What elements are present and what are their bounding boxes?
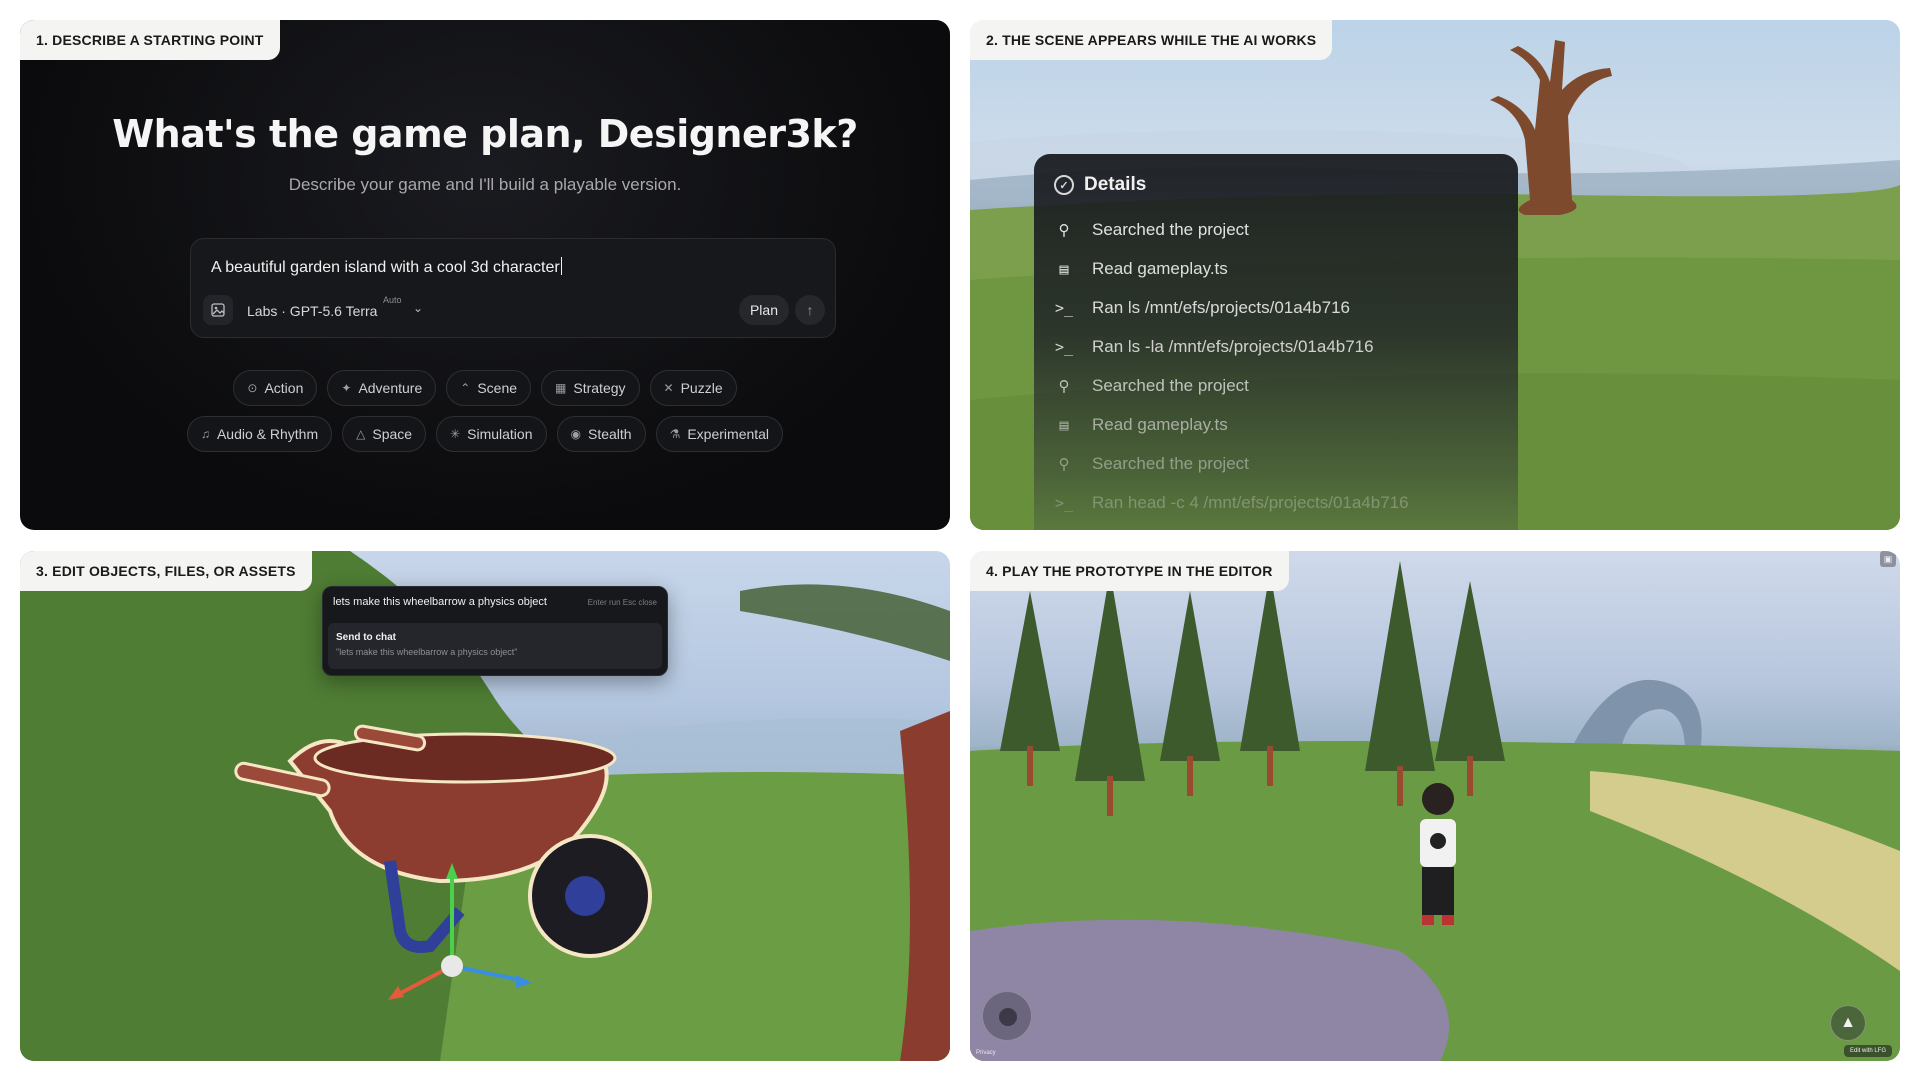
panel-describe: 1. DESCRIBE A STARTING POINT What's the …	[20, 20, 950, 530]
chip-puzzle[interactable]: ✕ Puzzle	[649, 370, 737, 406]
edit-with-button[interactable]: Edit with LFG	[1843, 1045, 1892, 1057]
chip-action[interactable]: ⊙ Action	[233, 370, 318, 406]
plan-button[interactable]: Plan	[738, 295, 789, 325]
panel-tag: 2. THE SCENE APPEARS WHILE THE AI WORKS	[970, 20, 1333, 60]
terminal-icon: >_	[1054, 299, 1074, 317]
music-icon: ♫	[200, 427, 210, 441]
page-subtitle: Describe your game and I'll build a play…	[288, 175, 682, 194]
arrow-up-icon: ↑	[806, 302, 814, 318]
file-icon: ▤	[1059, 260, 1069, 278]
file-icon: ▤	[1059, 416, 1069, 434]
chat-input[interactable]: lets make this wheelbarrow a physics obj…	[333, 596, 547, 608]
panel-tag: 3. EDIT OBJECTS, FILES, OR ASSETS	[20, 551, 312, 591]
prompt-input[interactable]: A beautiful garden island with a cool 3d…	[211, 257, 562, 277]
model-auto-badge: Auto	[383, 295, 402, 305]
step-item: ⚲ Searched the project	[1054, 376, 1249, 396]
terminal-icon: >_	[1054, 494, 1074, 512]
check-circle-icon: ✓	[1054, 175, 1074, 195]
chip-experimental[interactable]: ⚗ Experimental	[655, 416, 784, 452]
chip-audio-rhythm[interactable]: ♫ Audio & Rhythm	[186, 416, 333, 452]
details-panel: ✓ Details ⚲ Searched the project ▤ Read ga…	[1034, 154, 1518, 530]
chip-space[interactable]: △ Space	[342, 416, 427, 452]
genre-chips-row-2: ♫ Audio & Rhythm △ Space ✳ Simulation ◉ Stea…	[20, 416, 950, 452]
page-title: What's the game plan, Designer3k?	[112, 112, 858, 156]
burst-icon: ✳	[450, 427, 461, 441]
image-icon	[211, 303, 225, 317]
rocket-icon: △	[356, 427, 366, 441]
search-icon: ⚲	[1058, 455, 1070, 473]
gizmo-x-axis[interactable]	[451, 964, 526, 983]
send-to-chat-option[interactable]: Send to chat "lets make this wheelbarrow…	[328, 623, 662, 669]
send-button[interactable]: ↑	[795, 295, 825, 325]
panel-play-prototype: 4. PLAY THE PROTOTYPE IN THE EDITOR ▣ ▲ …	[970, 551, 1900, 1061]
rock-arch	[1570, 679, 1702, 751]
gizmo-center[interactable]	[441, 955, 463, 977]
panel-tag: 1. DESCRIBE A STARTING POINT	[20, 20, 280, 60]
inline-chat-popup: lets make this wheelbarrow a physics obj…	[322, 586, 668, 676]
mountain-icon: ⌃	[460, 381, 471, 395]
send-to-chat-preview: "lets make this wheelbarrow a physics ob…	[336, 647, 518, 657]
panel-edit-objects: 3. EDIT OBJECTS, FILES, OR ASSETS lets m…	[20, 551, 950, 1061]
genre-chips-row-1: ⊙ Action ✦ Adventure ⌃ Scene ▦ Strategy ✕ Puz…	[20, 370, 950, 406]
step-item: ▤ Read gameplay.ts	[1054, 259, 1227, 279]
panel-scene-appears: 2. THE SCENE APPEARS WHILE THE AI WORKS …	[970, 20, 1900, 530]
privacy-link[interactable]: Privacy	[976, 1050, 996, 1056]
terminal-icon: >_	[1054, 338, 1074, 356]
target-icon: ⊙	[247, 381, 258, 395]
game-viewport	[970, 561, 1900, 1061]
jump-button[interactable]: ▲	[1830, 1005, 1866, 1041]
chip-stealth[interactable]: ◉ Stealth	[556, 416, 646, 452]
sparkle-icon: ✦	[341, 381, 352, 395]
player-character	[1420, 783, 1456, 925]
panel-tag: 4. PLAY THE PROTOTYPE IN THE EDITOR	[970, 551, 1289, 591]
search-icon: ⚲	[1058, 377, 1070, 395]
send-to-chat-title: Send to chat	[336, 632, 397, 643]
chip-scene[interactable]: ⌃ Scene	[446, 370, 532, 406]
search-icon: ⚲	[1058, 221, 1070, 239]
eye-icon: ◉	[570, 427, 581, 441]
triangle-up-icon: ▲	[1840, 1014, 1856, 1031]
grid-icon: ▦	[555, 381, 567, 395]
chip-simulation[interactable]: ✳ Simulation	[436, 416, 547, 452]
virtual-joystick[interactable]	[982, 991, 1032, 1041]
flask-icon: ⚗	[669, 427, 681, 441]
step-item: ▤ Read gameplay.ts	[1054, 415, 1227, 435]
model-selector[interactable]: Labs · GPT-5.6 Terra	[247, 303, 377, 319]
details-header: ✓ Details	[1054, 174, 1146, 196]
chip-strategy[interactable]: ▦ Strategy	[541, 370, 640, 406]
expand-icon[interactable]: ▣	[1880, 551, 1896, 567]
step-item: >_ Ran head -c 4 /mnt/efs/projects/01a4b7…	[1054, 493, 1409, 512]
chip-adventure[interactable]: ✦ Adventure	[327, 370, 437, 406]
attach-image-button[interactable]	[203, 295, 233, 325]
chevron-down-icon[interactable]: ⌄	[413, 301, 423, 315]
step-item: ⚲ Searched the project	[1054, 454, 1249, 474]
prompt-input-box[interactable]: A beautiful garden island with a cool 3d…	[190, 238, 836, 338]
step-item: >_ Ran ls -la /mnt/efs/projects/01a4b716	[1054, 337, 1374, 356]
step-item: >_ Ran ls /mnt/efs/projects/01a4b716	[1054, 298, 1350, 317]
keyboard-hint: Enter run Esc close	[587, 598, 657, 607]
step-item: ⚲ Searched the project	[1054, 220, 1249, 240]
cross-icon: ✕	[663, 381, 674, 395]
